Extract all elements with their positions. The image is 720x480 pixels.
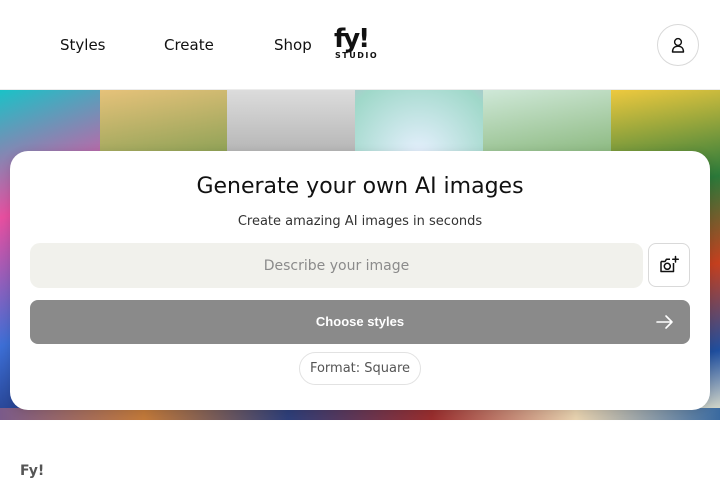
- nav-styles-link[interactable]: Styles: [60, 36, 106, 54]
- footer-brand: Fy!: [20, 463, 45, 479]
- fy-studio-logo[interactable]: fy! STUDIO: [334, 26, 386, 64]
- account-button[interactable]: [657, 24, 699, 66]
- site-header: Styles Create Shop fy! STUDIO: [0, 0, 720, 90]
- user-icon: [671, 37, 685, 53]
- logo-mark: fy!: [334, 24, 370, 54]
- generator-title: Generate your own AI images: [196, 174, 524, 199]
- choose-styles-button[interactable]: Choose styles: [30, 300, 690, 344]
- choose-styles-label: Choose styles: [315, 314, 405, 329]
- logo-subtitle: STUDIO: [335, 51, 379, 60]
- format-selector[interactable]: Format: Square: [299, 352, 421, 385]
- nav-shop-link[interactable]: Shop: [274, 36, 312, 54]
- generator-card: Generate your own AI images Create amazi…: [10, 151, 710, 410]
- arrow-right-icon: [656, 315, 673, 329]
- nav-create-link[interactable]: Create: [164, 36, 214, 54]
- generator-subtitle: Create amazing AI images in seconds: [237, 214, 483, 229]
- upload-image-button[interactable]: [648, 243, 690, 287]
- describe-image-input[interactable]: [30, 243, 643, 288]
- camera-plus-icon: [660, 255, 679, 273]
